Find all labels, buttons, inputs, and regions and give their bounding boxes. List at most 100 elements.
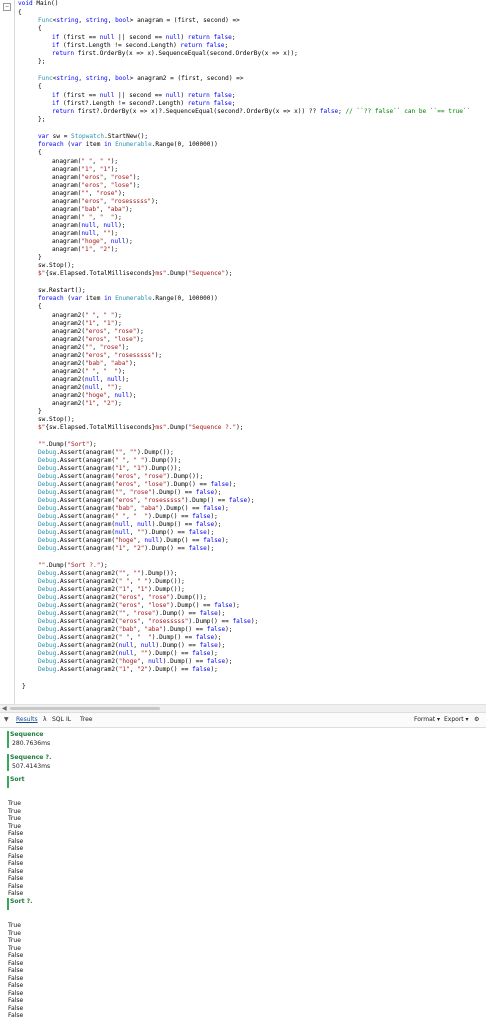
code-token: anagram2( bbox=[52, 400, 86, 407]
code-token: ); bbox=[154, 352, 163, 359]
code-line: } bbox=[22, 683, 26, 691]
code-token: Enumerable bbox=[115, 295, 152, 302]
sort-header[interactable]: Sort bbox=[10, 776, 25, 783]
code-token: "eros" bbox=[81, 182, 104, 189]
code-token: .Assert(anagram2( bbox=[56, 610, 119, 617]
code-token: "1" bbox=[115, 465, 127, 472]
code-token: (first == bbox=[59, 92, 100, 99]
sort2-header[interactable]: Sort ?. bbox=[10, 898, 32, 905]
code-token: anagram( bbox=[52, 206, 82, 213]
code-token: ); bbox=[206, 529, 215, 536]
code-token: "rose" bbox=[129, 489, 152, 496]
tab-lambda[interactable]: λ bbox=[43, 716, 47, 724]
code-token: false bbox=[232, 618, 251, 625]
code-line: $"{sw.Elapsed.TotalMilliseconds}ms".Dump… bbox=[38, 270, 232, 278]
tab-sql[interactable]: SQL bbox=[52, 716, 64, 724]
code-token: anagram( bbox=[52, 182, 82, 189]
code-line: "".Dump("Sort"); bbox=[38, 441, 97, 449]
tab-il[interactable]: IL bbox=[66, 716, 71, 724]
code-token: bool bbox=[115, 75, 130, 82]
code-token: , bbox=[103, 360, 111, 367]
bool-result: True bbox=[8, 822, 21, 830]
code-editor[interactable]: − void Main(){Func<string, string, bool>… bbox=[0, 0, 486, 704]
code-token: > anagram2 = (first, second) => bbox=[129, 75, 244, 82]
horizontal-scrollbar[interactable]: ◀ bbox=[0, 704, 486, 712]
code-token: Stopwatch bbox=[71, 133, 105, 140]
code-token: ) bbox=[180, 34, 188, 41]
collapse-icon[interactable]: − bbox=[3, 3, 11, 11]
bool-result: True bbox=[8, 929, 21, 937]
code-token: anagram2( bbox=[52, 344, 86, 351]
code-token: Debug bbox=[38, 642, 57, 649]
code-token: anagram( bbox=[52, 238, 82, 245]
code-line: Debug.Assert(anagram2(" ", " ").Dump()); bbox=[38, 578, 185, 586]
code-line: { bbox=[38, 149, 42, 157]
code-token: ).Dump() == bbox=[170, 602, 215, 609]
code-token: " " bbox=[133, 457, 145, 464]
code-token: null bbox=[115, 521, 130, 528]
code-token: " " bbox=[137, 578, 149, 585]
settings-icon[interactable]: ⚙ bbox=[474, 716, 479, 724]
format-dropdown[interactable]: Format ▾ bbox=[414, 716, 440, 724]
code-token: {sw.Elapsed.TotalMilliseconds} bbox=[45, 270, 156, 277]
code-token: {sw.Elapsed.TotalMilliseconds} bbox=[45, 424, 156, 431]
code-token: var bbox=[38, 133, 50, 140]
code-token: ).Dump() == bbox=[159, 505, 204, 512]
code-line: Debug.Assert(anagram("hoge", null).Dump(… bbox=[38, 537, 229, 545]
code-token: " " bbox=[133, 513, 149, 520]
code-token: ); bbox=[228, 481, 237, 488]
code-token: "eros" bbox=[118, 594, 141, 601]
code-token: ; bbox=[231, 100, 236, 107]
code-line: anagram("bab", "aba"); bbox=[52, 206, 133, 214]
sequence-header[interactable]: Sequence bbox=[10, 731, 43, 738]
code-line: { bbox=[18, 9, 22, 17]
code-token: ); bbox=[210, 650, 218, 657]
code-token: ; bbox=[224, 42, 229, 49]
sequence2-header[interactable]: Sequence ?. bbox=[10, 754, 51, 761]
code-token: " " bbox=[118, 634, 130, 641]
code-token: "lose" bbox=[144, 481, 167, 488]
code-token: ).Dump() == bbox=[166, 481, 211, 488]
code-token: first.OrderBy(x => x).SequenceEqual(seco… bbox=[74, 50, 298, 57]
code-token: "1" bbox=[133, 465, 145, 472]
code-token: Debug bbox=[38, 578, 57, 585]
code-line: Debug.Assert(anagram2("eros", "lose").Du… bbox=[38, 602, 240, 610]
code-token: anagram( bbox=[52, 158, 82, 165]
code-token: "aba" bbox=[110, 360, 130, 367]
code-token: "eros" bbox=[81, 198, 104, 205]
sequence2-value: 507.4143ms bbox=[12, 763, 51, 770]
code-token: anagram2( bbox=[52, 336, 86, 343]
code-line: Debug.Assert(anagram2("hoge", null).Dump… bbox=[38, 658, 232, 666]
code-token: "" bbox=[103, 230, 111, 237]
scroll-left-icon[interactable]: ◀ bbox=[2, 705, 7, 712]
code-line: foreach (var item in Enumerable.Range(0,… bbox=[38, 295, 218, 303]
code-token: ); bbox=[110, 158, 119, 165]
code-token: "lose" bbox=[114, 336, 137, 343]
bool-result: False bbox=[8, 967, 24, 974]
code-token: anagram2( bbox=[52, 312, 86, 319]
export-dropdown[interactable]: Export ▾ bbox=[444, 716, 469, 724]
code-token: "rosesssss" bbox=[144, 497, 185, 504]
code-token: " " bbox=[99, 158, 111, 165]
code-token: ); bbox=[225, 658, 233, 665]
bool-result: False bbox=[8, 890, 24, 897]
code-token: "hoge" bbox=[85, 392, 108, 399]
code-token: ); bbox=[121, 376, 130, 383]
bool-result: False bbox=[8, 852, 24, 860]
code-token: ).Dump() == bbox=[159, 537, 204, 544]
code-token: "rosesssss" bbox=[114, 352, 155, 359]
code-token: anagram( bbox=[52, 214, 82, 221]
code-token: "1" bbox=[85, 320, 97, 327]
code-token: null bbox=[114, 392, 130, 399]
tab-tree[interactable]: Tree bbox=[80, 716, 93, 724]
code-token: .Assert(anagram2( bbox=[56, 650, 119, 657]
code-token: "hoge" bbox=[115, 537, 138, 544]
collapse-results-icon[interactable]: ▼ bbox=[4, 716, 9, 724]
code-token: .Assert(anagram2( bbox=[56, 658, 119, 665]
code-token: // ``?? false`` can be ``== true`` bbox=[345, 108, 471, 115]
code-token: "eros" bbox=[115, 473, 138, 480]
code-token: return false bbox=[180, 42, 225, 49]
tab-results[interactable]: Results bbox=[16, 716, 38, 724]
code-line: anagram2("bab", "aba"); bbox=[52, 360, 136, 368]
scrollbar-thumb[interactable] bbox=[10, 707, 160, 710]
